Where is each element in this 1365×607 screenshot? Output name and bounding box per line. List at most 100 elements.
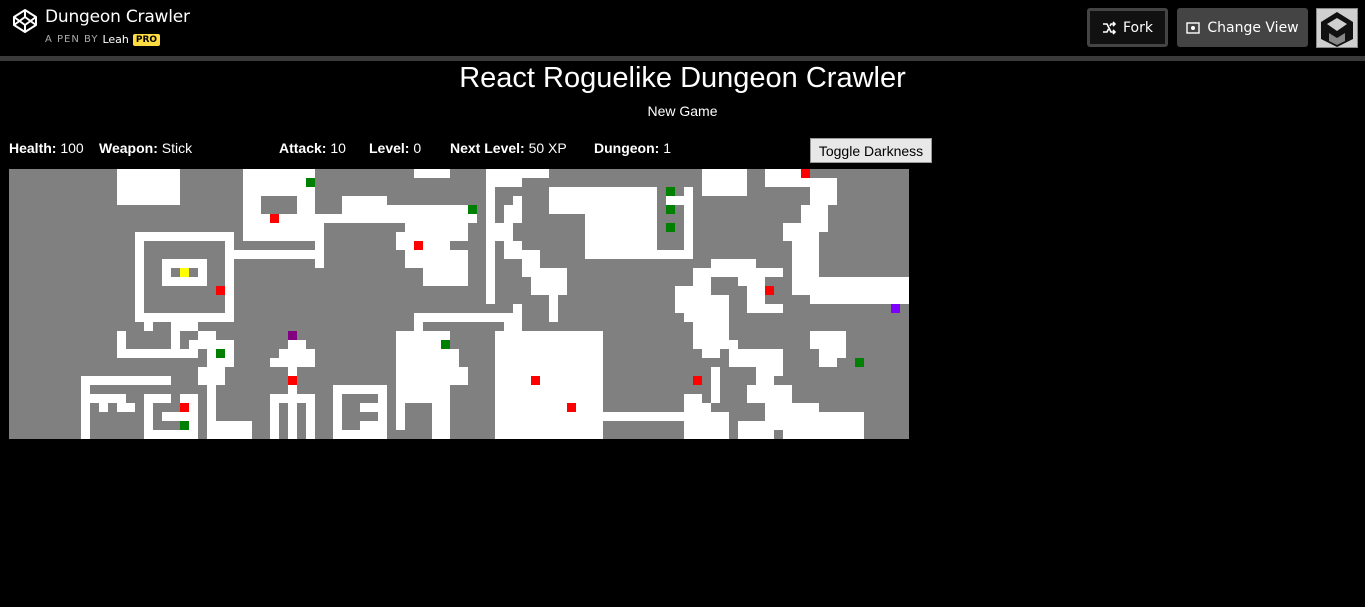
floor-tile <box>144 322 153 331</box>
floor-tile <box>747 385 792 403</box>
floor-tile <box>162 412 180 421</box>
new-game-link[interactable]: New Game <box>0 103 1365 119</box>
floor-tile <box>144 394 171 403</box>
fork-icon <box>1103 20 1116 35</box>
floor-tile <box>270 358 315 367</box>
health-label: Health: <box>9 140 57 156</box>
health-marker <box>468 205 477 214</box>
floor-tile <box>297 196 315 232</box>
attack-stat: Attack: 10 <box>279 140 346 156</box>
floor-tile <box>666 196 693 205</box>
floor-tile <box>810 331 846 349</box>
next-level-label: Next Level: <box>450 140 525 156</box>
floor-tile <box>306 394 315 439</box>
floor-tile <box>333 430 387 439</box>
floor-tile <box>315 214 342 223</box>
floor-tile <box>234 250 324 259</box>
floor-tile <box>783 223 819 241</box>
pro-badge: PRO <box>132 33 161 46</box>
floor-tile <box>414 169 450 178</box>
floor-tile <box>207 421 252 439</box>
enemy-marker <box>288 376 297 385</box>
weapon-label: Weapon: <box>99 140 158 156</box>
enemy-marker <box>531 376 540 385</box>
floor-tile <box>819 349 837 367</box>
floor-tile <box>675 286 711 313</box>
health-marker <box>216 349 225 358</box>
floor-tile <box>135 232 234 241</box>
floor-tile <box>738 268 783 277</box>
floor-tile <box>135 232 144 322</box>
floor-tile <box>198 331 216 340</box>
health-marker <box>855 358 864 367</box>
floor-tile <box>198 367 225 385</box>
floor-tile <box>513 196 522 205</box>
floor-tile <box>585 250 693 259</box>
health-value: 100 <box>60 140 84 156</box>
floor-tile <box>738 421 774 439</box>
floor-tile <box>603 412 693 421</box>
author-link[interactable]: Leah <box>102 33 128 46</box>
floor-tile <box>117 403 135 412</box>
codepen-header: Dungeon Crawler A PEN BY Leah PRO Fork C… <box>0 0 1365 56</box>
enemy-marker <box>414 241 423 250</box>
pen-byline: A PEN BY Leah PRO <box>45 33 161 46</box>
level-label: Level: <box>369 140 410 156</box>
enemy-marker <box>180 403 189 412</box>
floor-tile <box>189 340 216 349</box>
dungeon-value: 1 <box>663 140 672 156</box>
change-view-button[interactable]: Change View <box>1177 8 1308 47</box>
health-marker <box>666 223 675 232</box>
floor-tile <box>756 358 783 376</box>
floor-tile <box>342 196 387 223</box>
floor-tile <box>396 349 459 367</box>
enemy-marker <box>216 286 225 295</box>
floor-tile <box>684 394 693 439</box>
floor-tile <box>288 394 297 439</box>
change-view-icon <box>1186 21 1201 34</box>
enemy-marker <box>765 286 774 295</box>
toggle-darkness-button[interactable]: Toggle Darkness <box>810 138 932 163</box>
dungeon-stat: Dungeon: 1 <box>594 140 671 156</box>
fork-button[interactable]: Fork <box>1087 8 1168 47</box>
floor-tile <box>513 304 522 340</box>
floor-tile <box>243 232 315 241</box>
floor-tile <box>495 223 513 241</box>
floor-tile <box>81 376 90 439</box>
floor-tile <box>117 169 180 205</box>
floor-tile <box>702 169 747 196</box>
health-marker <box>666 187 675 196</box>
floor-tile <box>747 304 783 313</box>
floor-tile <box>531 268 567 295</box>
dungeon-map <box>9 169 909 439</box>
floor-tile <box>702 340 720 358</box>
user-avatar[interactable] <box>1316 8 1358 48</box>
floor-tile <box>360 421 387 430</box>
health-marker <box>306 178 315 187</box>
game-title: React Roguelike Dungeon Crawler <box>459 62 906 94</box>
health-marker <box>441 340 450 349</box>
weapon-value: Stick <box>161 140 193 156</box>
floor-tile <box>99 394 108 412</box>
floor-tile <box>711 259 738 277</box>
floor-tile <box>225 232 234 322</box>
floor-tile <box>288 340 306 349</box>
enemy-marker <box>270 214 279 223</box>
new-game-label[interactable]: New Game <box>647 103 717 119</box>
enemy-marker <box>693 376 702 385</box>
level-stat: Level: 0 <box>369 140 421 156</box>
floor-tile <box>171 331 180 358</box>
next-level-value: 50 XP <box>528 140 567 156</box>
enemy-marker <box>801 169 810 178</box>
exit-marker <box>891 304 900 313</box>
floor-tile <box>396 385 450 403</box>
floor-tile <box>549 295 558 322</box>
pen-title[interactable]: Dungeon Crawler <box>45 7 190 27</box>
codepen-logo-icon[interactable] <box>12 8 38 34</box>
floor-tile <box>423 313 522 322</box>
weapon-stat: Weapon: Stick <box>99 140 192 156</box>
health-marker <box>180 421 189 430</box>
floor-tile <box>153 430 180 439</box>
floor-tile <box>693 403 711 439</box>
floor-tile <box>117 349 198 358</box>
